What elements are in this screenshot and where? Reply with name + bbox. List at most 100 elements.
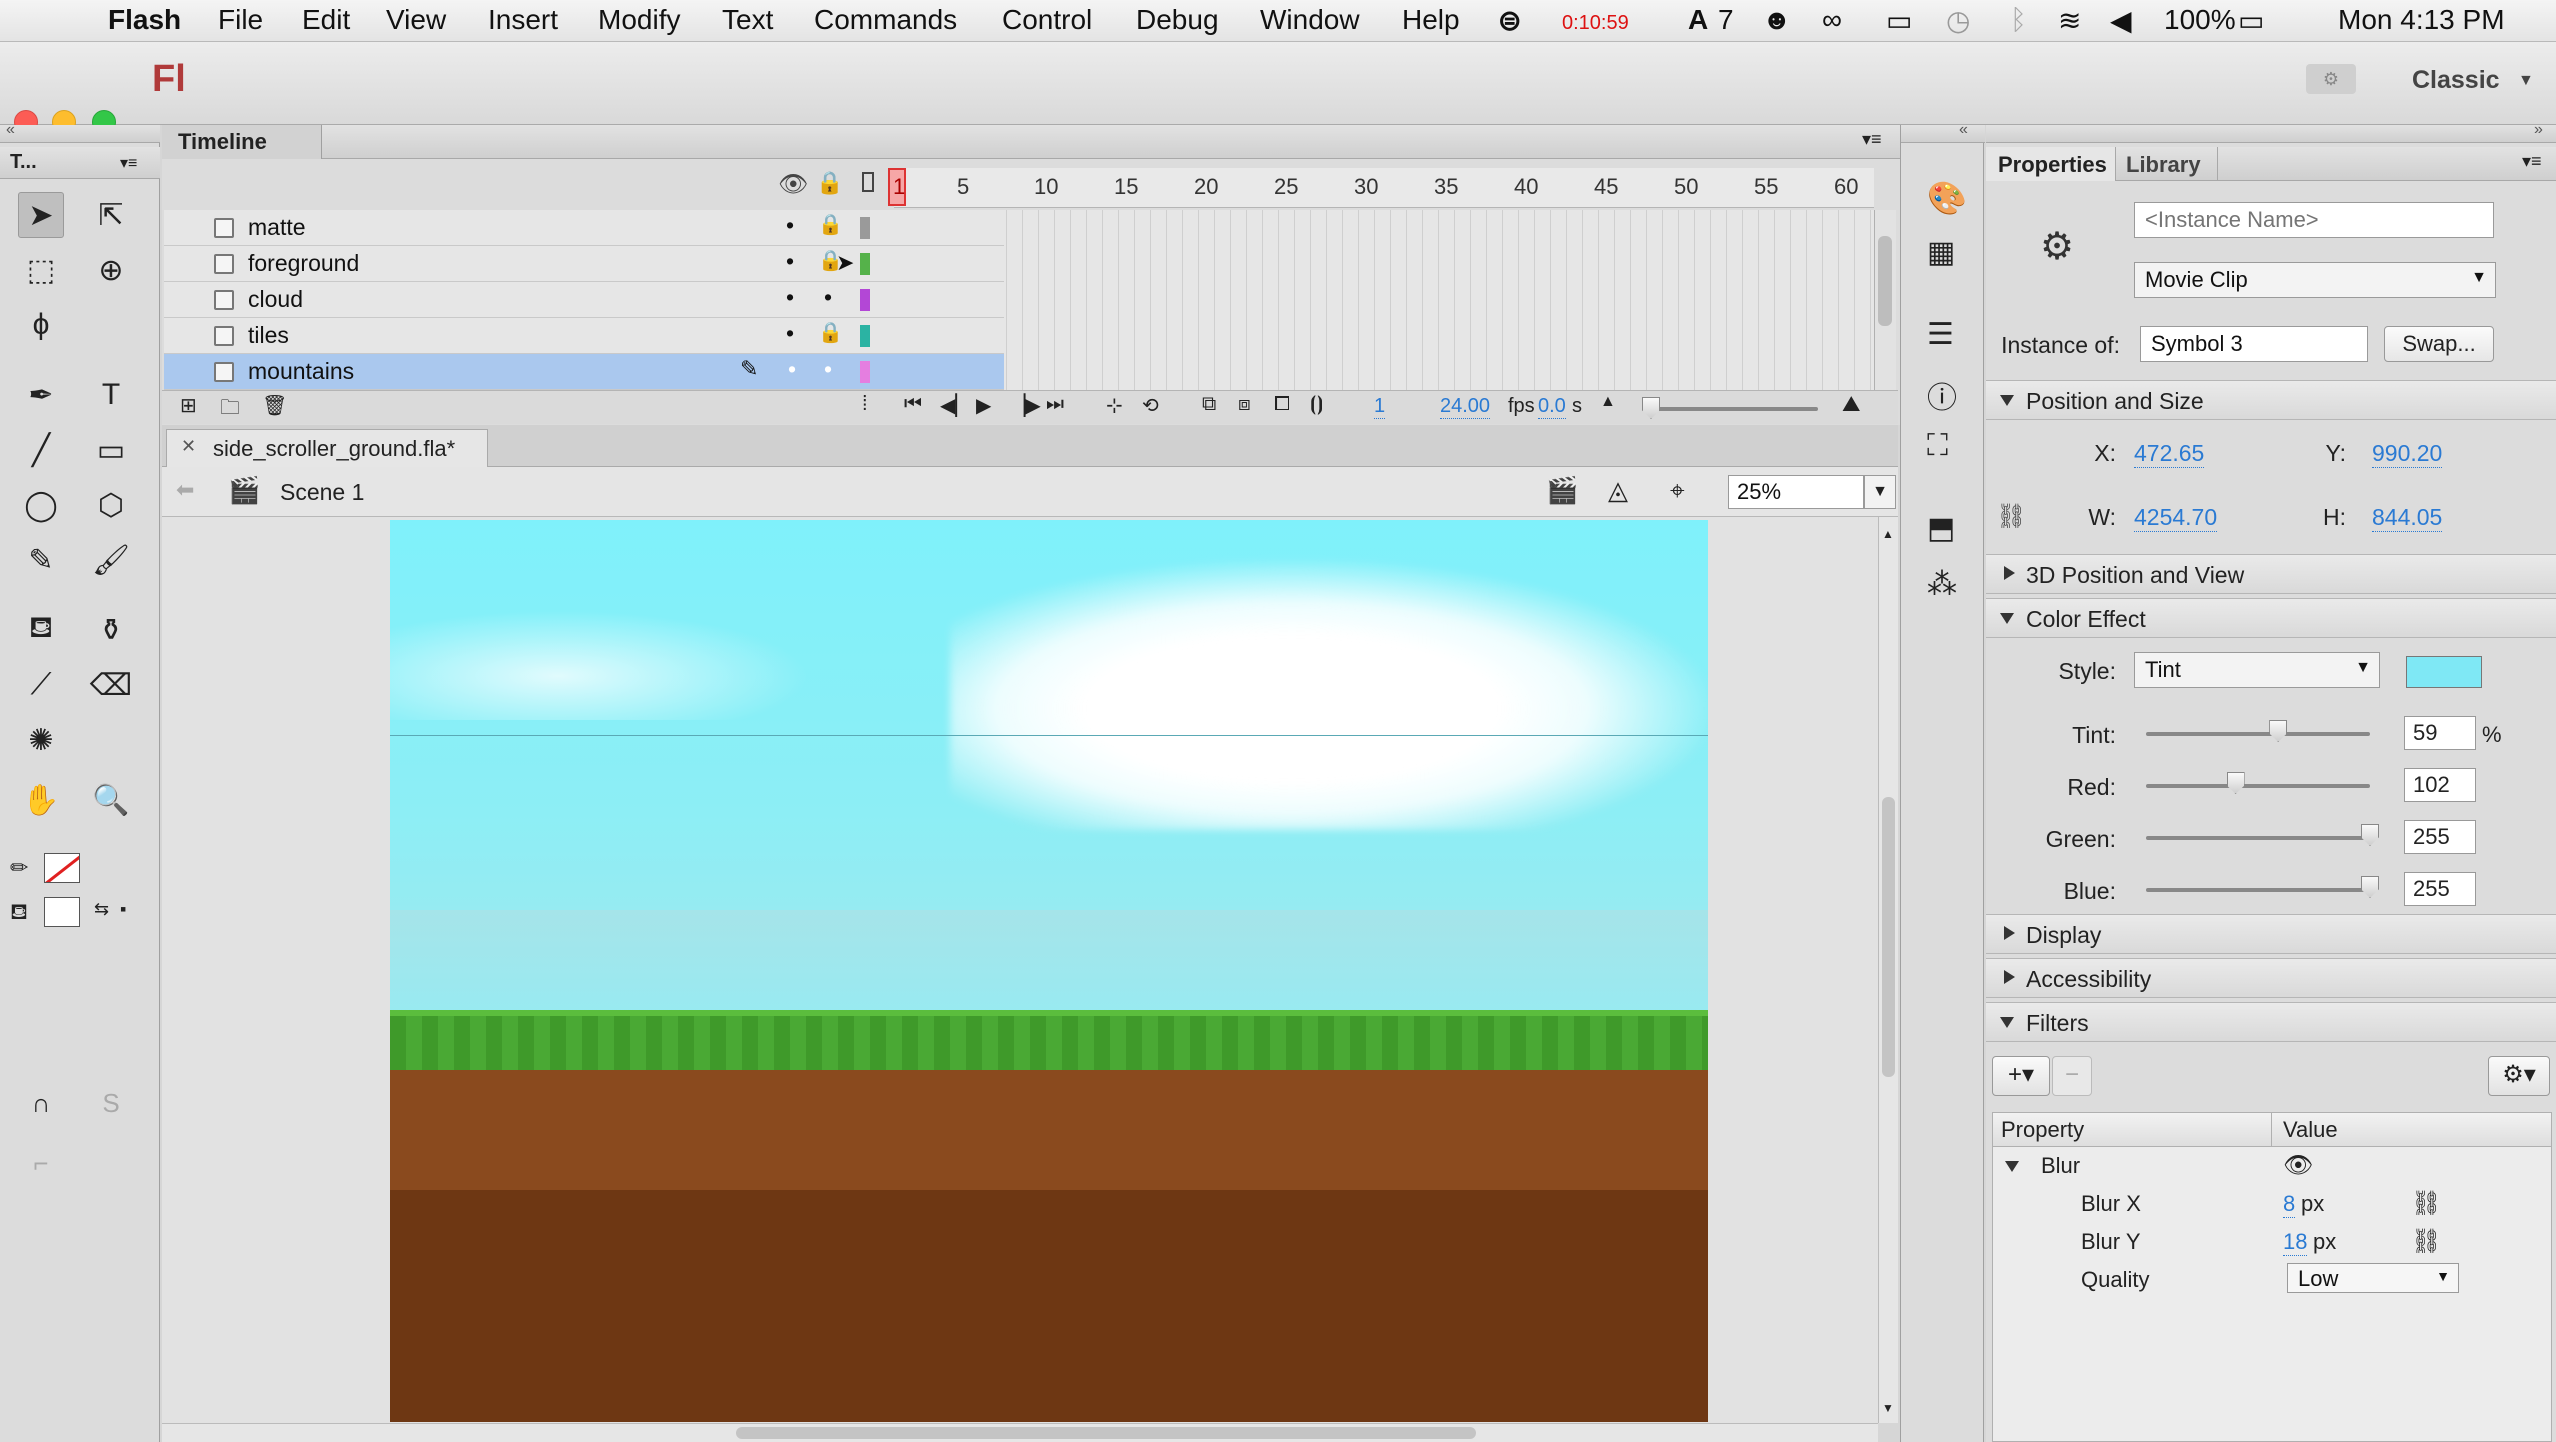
visibility-dot-icon[interactable]: • bbox=[788, 356, 796, 383]
eyedropper-tool-icon[interactable]: ⟋ bbox=[18, 662, 64, 708]
layer-color-swatch[interactable] bbox=[860, 289, 870, 311]
creative-cloud-icon[interactable]: ∞ bbox=[1822, 4, 1842, 36]
stage-horizontal-scrollbar[interactable] bbox=[162, 1423, 1878, 1442]
accessibility-section-header[interactable]: Accessibility bbox=[1986, 958, 2556, 998]
w-value[interactable]: 4254.70 bbox=[2134, 504, 2218, 532]
menu-edit[interactable]: Edit bbox=[302, 4, 350, 36]
swap-button[interactable]: Swap... bbox=[2384, 326, 2494, 362]
visibility-dot-icon[interactable]: • bbox=[786, 284, 794, 311]
adobe-icon[interactable]: A bbox=[1688, 4, 1708, 36]
tab-timeline[interactable]: Timeline bbox=[162, 125, 322, 159]
swap-colors-icon[interactable]: ⇆ bbox=[94, 899, 109, 920]
free-transform-tool-icon[interactable]: ⬚ bbox=[18, 247, 64, 293]
blue-input[interactable]: 255 bbox=[2404, 872, 2476, 906]
link-blur-values-icon[interactable]: ⛓ bbox=[2411, 1227, 2441, 1256]
tint-input[interactable]: 59 bbox=[2404, 716, 2476, 750]
back-arrow-icon[interactable]: ⬅ bbox=[176, 477, 194, 503]
frame-zoom-slider-knob[interactable] bbox=[1642, 397, 1660, 419]
lock-icon[interactable]: 🔒 bbox=[818, 212, 843, 237]
y-value[interactable]: 990.20 bbox=[2372, 440, 2443, 468]
oval-tool-icon[interactable]: ◯ bbox=[18, 482, 64, 528]
menu-commands[interactable]: Commands bbox=[814, 4, 957, 36]
x-value[interactable]: 472.65 bbox=[2134, 440, 2205, 468]
visibility-dot-icon[interactable]: • bbox=[786, 248, 794, 275]
motion-presets-icon[interactable]: ⁂ bbox=[1927, 567, 1957, 602]
tint-color-swatch[interactable] bbox=[2406, 656, 2482, 688]
polystar-tool-icon[interactable]: ⬡ bbox=[88, 482, 134, 528]
center-frame-icon[interactable]: ⊹ bbox=[1106, 393, 1123, 418]
eraser-tool-icon[interactable]: ⌫ bbox=[88, 662, 134, 708]
onion-skin-icon[interactable]: ⧉ bbox=[1202, 393, 1216, 416]
layer-row-cloud[interactable]: cloud • • bbox=[164, 282, 1004, 318]
link-blur-values-icon[interactable]: ⛓ bbox=[2411, 1189, 2441, 1218]
app-status-icon[interactable]: ☻ bbox=[1762, 4, 1791, 36]
blur-y-value[interactable]: 18 bbox=[2283, 1229, 2308, 1256]
expanded-triangle-icon[interactable] bbox=[2005, 1161, 2019, 1172]
new-layer-icon[interactable]: ⊞ bbox=[180, 393, 197, 418]
display-section-header[interactable]: Display bbox=[1986, 914, 2556, 954]
edit-symbols-icon[interactable]: ◬ bbox=[1608, 475, 1628, 506]
lasso-tool-icon[interactable]: ϕ bbox=[18, 302, 64, 348]
menu-app-name[interactable]: Flash bbox=[108, 4, 181, 36]
visibility-dot-icon[interactable]: • bbox=[786, 212, 794, 239]
unlock-dot-icon[interactable]: • bbox=[824, 356, 832, 383]
step-back-icon[interactable]: ◀▏ bbox=[940, 393, 971, 418]
red-input[interactable]: 102 bbox=[2404, 768, 2476, 802]
lock-all-icon[interactable]: 🔒 bbox=[816, 170, 843, 196]
play-icon[interactable]: ▶ bbox=[976, 393, 991, 418]
pencil-tool-icon[interactable]: ✎ bbox=[18, 537, 64, 583]
screen-recorder-icon[interactable]: ⊜ bbox=[1498, 4, 1521, 37]
layer-row-matte[interactable]: matte • 🔒 bbox=[164, 210, 1004, 246]
color-effect-section-header[interactable]: Color Effect bbox=[1986, 598, 2556, 638]
remove-filter-button[interactable]: − bbox=[2052, 1056, 2092, 1096]
text-tool-icon[interactable]: T bbox=[88, 372, 134, 418]
current-frame-value[interactable]: 1 bbox=[1374, 395, 1386, 419]
volume-icon[interactable]: ◀ bbox=[2110, 4, 2132, 37]
components-panel-icon[interactable]: ⬒ bbox=[1927, 511, 1955, 546]
time-machine-icon[interactable]: ◷ bbox=[1946, 4, 1970, 37]
menu-text[interactable]: Text bbox=[722, 4, 773, 36]
modify-onion-markers-icon[interactable]: ⦗⦘ bbox=[1310, 393, 1323, 416]
filters-section-header[interactable]: Filters bbox=[1986, 1002, 2556, 1042]
zoom-dropdown-chevron-icon[interactable]: ▼ bbox=[1864, 475, 1896, 509]
unlock-dot-icon[interactable]: • bbox=[824, 284, 832, 311]
airplay-icon[interactable]: ▭ bbox=[1886, 4, 1912, 37]
smooth-icon[interactable]: S bbox=[88, 1080, 134, 1126]
h-value[interactable]: 844.05 bbox=[2372, 504, 2443, 532]
selection-tool-icon[interactable]: ➤ bbox=[18, 192, 64, 238]
go-to-first-frame-icon[interactable]: ⏮ bbox=[904, 393, 922, 416]
menu-help[interactable]: Help bbox=[1402, 4, 1460, 36]
document-tab[interactable]: ✕ side_scroller_ground.fla* bbox=[166, 429, 488, 467]
hand-tool-icon[interactable]: ✋ bbox=[18, 777, 64, 823]
collapse-panel-icon[interactable]: « bbox=[6, 121, 15, 139]
snap-to-objects-icon[interactable]: ∩ bbox=[18, 1080, 64, 1126]
symbol-type-select[interactable]: Movie Clip ▼ bbox=[2134, 262, 2496, 298]
menu-insert[interactable]: Insert bbox=[488, 4, 558, 36]
3d-position-section-header[interactable]: 3D Position and View bbox=[1986, 554, 2556, 594]
lock-proportions-icon[interactable]: ⛓ bbox=[1996, 502, 2026, 531]
red-slider[interactable] bbox=[2146, 784, 2370, 788]
zoom-select[interactable]: 25% bbox=[1728, 475, 1864, 509]
tint-slider[interactable] bbox=[2146, 732, 2370, 736]
delete-layer-icon[interactable]: 🗑 bbox=[262, 393, 287, 418]
color-panel-icon[interactable]: 🎨 bbox=[1927, 179, 1967, 217]
grass-strip[interactable] bbox=[390, 1010, 1708, 1070]
3d-rotation-tool-icon[interactable]: ⊕ bbox=[88, 247, 134, 293]
layer-row-tiles[interactable]: tiles • 🔒 bbox=[164, 318, 1004, 354]
blur-x-value[interactable]: 8 bbox=[2283, 1191, 2296, 1218]
align-panel-icon[interactable]: ☰ bbox=[1927, 317, 1954, 352]
layer-color-swatch[interactable] bbox=[860, 217, 870, 239]
workspace-chevron-icon[interactable]: ▼ bbox=[2518, 72, 2534, 90]
menu-file[interactable]: File bbox=[218, 4, 263, 36]
battery-icon[interactable]: ▭ bbox=[2238, 4, 2264, 37]
filter-row-blur[interactable]: Blur 👁 bbox=[1993, 1149, 2551, 1185]
brush-tool-icon[interactable]: 🖌 bbox=[88, 537, 134, 583]
go-to-last-frame-icon[interactable]: ⏭ bbox=[1046, 393, 1064, 416]
menu-clock[interactable]: Mon 4:13 PM bbox=[2338, 4, 2505, 36]
subselection-tool-icon[interactable]: ⇱ bbox=[88, 192, 134, 238]
timeline-menu-icon[interactable]: ▾≡ bbox=[1862, 129, 1882, 150]
frames-grid[interactable] bbox=[894, 210, 1874, 390]
loop-icon[interactable]: ⟲ bbox=[1142, 393, 1159, 418]
close-tab-icon[interactable]: ✕ bbox=[181, 436, 196, 457]
timeline-vertical-scrollbar[interactable] bbox=[1874, 210, 1896, 390]
